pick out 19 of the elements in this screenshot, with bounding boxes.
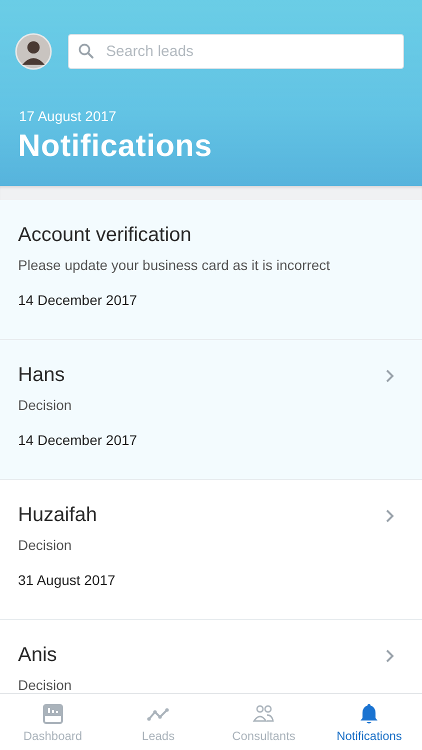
notification-message: Decision: [18, 397, 73, 413]
notification-item[interactable]: Hans Decision 14 December 2017: [0, 340, 422, 480]
dashboard-icon: [40, 702, 65, 726]
notification-item[interactable]: Account verification Please update your business card as it is incorrect 14 December 2017: [0, 200, 422, 340]
notification-message: Decision: [18, 677, 73, 693]
notification-message: Decision: [18, 537, 73, 553]
notification-title: Account verification: [18, 224, 192, 247]
notification-title: Anis: [18, 644, 57, 667]
nav-tab[interactable]: Notifications: [316, 694, 422, 750]
notification-date: 31 August 2017: [18, 572, 116, 588]
avatar[interactable]: [15, 33, 52, 70]
notification-message: Please update your business card as it is incorrect: [18, 257, 332, 273]
notification-title: Hans: [18, 364, 65, 387]
page-title: Notifications: [18, 128, 214, 164]
notification-title: Huzaifah: [18, 504, 97, 527]
notification-date: 14 December 2017: [18, 292, 138, 308]
search-field[interactable]: Search leads: [68, 34, 404, 69]
header-date: 17 August 2017: [19, 108, 118, 124]
notification-date: 14 December 2017: [18, 432, 138, 448]
